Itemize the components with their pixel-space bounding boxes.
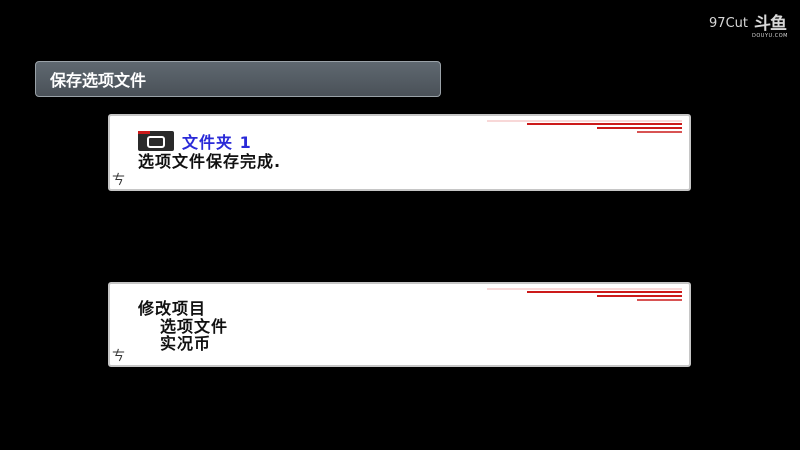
logo-subtext: DOUYU.COM [752, 33, 788, 39]
list-item: 选项文件 [160, 317, 229, 336]
logo-text: 斗鱼 [754, 14, 787, 34]
edit-items-list: 修改项目 选项文件 实况币 [138, 299, 229, 353]
edit-items-heading: 修改项目 [138, 299, 207, 318]
list-item: 实况币 [160, 334, 212, 353]
edit-items-panel: 修改项目 选项文件 实况币 ㄘ [108, 282, 691, 367]
watermark-text: 97Cut [709, 16, 748, 31]
corner-glyph: ㄘ [112, 173, 126, 188]
red-stripe-decoration [487, 120, 682, 133]
save-complete-message: 选项文件保存完成. [138, 152, 282, 171]
page-title: 保存选项文件 [50, 71, 147, 90]
title-bar: 保存选项文件 [35, 61, 441, 97]
red-stripe-decoration [487, 288, 682, 301]
douyu-logo: 斗鱼 DOUYU.COM [752, 14, 788, 40]
save-result-panel: 文件夹 1 选项文件保存完成. ㄘ [108, 114, 691, 191]
corner-glyph: ㄘ [112, 349, 126, 364]
watermark: 97Cut 斗鱼 DOUYU.COM [709, 14, 788, 40]
